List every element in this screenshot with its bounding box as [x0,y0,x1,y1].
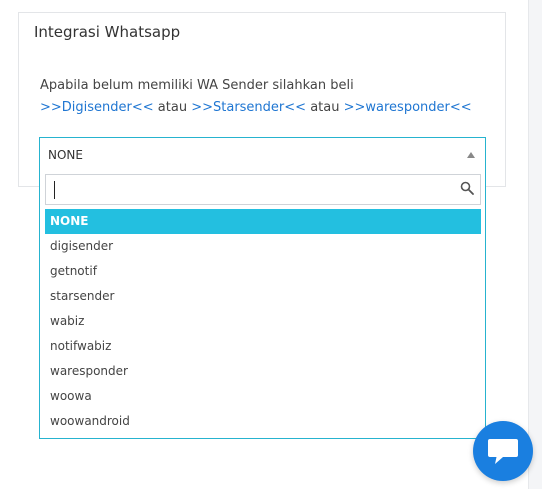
option-wabiz[interactable]: wabiz [45,309,481,334]
page-side-strip [528,0,542,489]
text-cursor [54,181,55,199]
digisender-link[interactable]: >>Digisender<< [40,100,154,115]
option-waresponder[interactable]: waresponder [45,359,481,384]
link-separator: atau [153,100,192,115]
option-woowandroid[interactable]: woowandroid [45,409,481,434]
link-separator: atau [306,100,344,115]
select-dropdown: NONE digisender getnotif starsender wabi… [39,172,486,439]
search-icon [460,181,474,195]
dropdown-search-input[interactable] [45,174,481,205]
wa-sender-select[interactable]: NONE [39,137,486,174]
card-title: Integrasi Whatsapp [34,23,181,41]
select-current-value: NONE [48,148,83,162]
vendor-links: >>Digisender<< atau >>Starsender<< atau … [40,97,472,119]
caret-up-icon [467,152,475,158]
chat-button[interactable] [473,421,533,481]
option-starsender[interactable]: starsender [45,284,481,309]
chat-icon [488,439,518,464]
description-text: Apabila belum memiliki WA Sender silahka… [40,78,354,93]
option-digisender[interactable]: digisender [45,234,481,259]
option-woowa[interactable]: woowa [45,384,481,409]
starsender-link[interactable]: >>Starsender<< [191,100,306,115]
option-none[interactable]: NONE [45,209,481,234]
waresponder-link[interactable]: >>waresponder<< [344,100,472,115]
options-list: NONE digisender getnotif starsender wabi… [45,209,481,434]
card-description: Apabila belum memiliki WA Sender silahka… [40,75,472,119]
option-notifwabiz[interactable]: notifwabiz [45,334,481,359]
option-getnotif[interactable]: getnotif [45,259,481,284]
